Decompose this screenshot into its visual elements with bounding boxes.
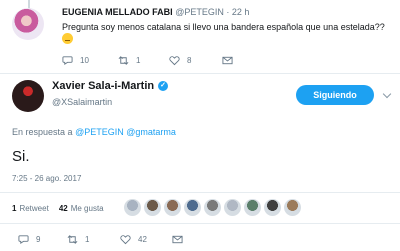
main-handle[interactable]: @XSalaimartin [52, 97, 112, 107]
liker-avatar[interactable] [164, 199, 181, 216]
retweet-button[interactable]: 1 [67, 234, 89, 245]
like-button[interactable]: 8 [169, 55, 191, 66]
retweet-button[interactable]: 1 [118, 55, 140, 66]
liker-avatar[interactable] [224, 199, 241, 216]
envelope-icon [222, 56, 233, 65]
reply-icon [62, 56, 73, 66]
parent-handle[interactable]: @PETEGIN [175, 7, 224, 17]
liker-avatar[interactable] [204, 199, 221, 216]
reply-user-link[interactable]: @PETEGIN [75, 127, 124, 137]
retweet-total-label[interactable]: Retweet [19, 204, 48, 213]
liker-avatar[interactable] [124, 199, 141, 216]
thinking-emoji-icon [62, 33, 73, 44]
like-count: 8 [187, 56, 192, 65]
parent-tweet-text: Pregunta soy menos catalana si llevo una… [62, 22, 388, 45]
message-button[interactable] [172, 234, 183, 245]
retweet-icon [118, 56, 129, 65]
avatar[interactable] [12, 80, 44, 112]
like-count: 42 [138, 235, 147, 244]
reply-button[interactable]: 9 [18, 234, 40, 245]
avatar[interactable] [12, 8, 44, 40]
parent-time[interactable]: · 22 h [226, 7, 249, 17]
like-total-label[interactable]: Me gusta [71, 204, 104, 213]
parent-tweet-body: Pregunta soy menos catalana si llevo una… [62, 22, 385, 32]
envelope-icon [172, 235, 183, 244]
liker-avatar[interactable] [184, 199, 201, 216]
liker-avatar[interactable] [144, 199, 161, 216]
liker-avatar[interactable] [284, 199, 301, 216]
main-author-name[interactable]: Xavier Sala-i-Martin ✓ [52, 80, 169, 92]
reply-icon [18, 235, 29, 245]
parent-tweet-header: EUGENIA MELLADO FABI @PETEGIN · 22 h [62, 7, 249, 17]
like-total[interactable]: 42 [59, 204, 68, 213]
divider [0, 192, 400, 193]
engagement-stats: 1 Retweet 42 Me gusta [12, 204, 104, 213]
retweet-total[interactable]: 1 [12, 204, 16, 213]
main-display-name[interactable]: Xavier Sala-i-Martin [52, 80, 154, 92]
reply-count: 10 [80, 56, 89, 65]
verified-badge-icon: ✓ [158, 81, 169, 91]
retweet-count: 1 [136, 56, 141, 65]
chevron-down-icon[interactable] [382, 89, 392, 99]
reply-context: En respuesta a @PETEGIN @gmatarma [12, 127, 176, 137]
heart-icon [169, 56, 180, 66]
parent-tweet[interactable]: EUGENIA MELLADO FABI @PETEGIN · 22 h Pre… [0, 0, 400, 73]
following-button[interactable]: Siguiendo [296, 85, 374, 105]
reply-button[interactable]: 10 [62, 55, 89, 66]
retweet-count: 1 [85, 235, 90, 244]
tweet-timestamp[interactable]: 7:25 - 26 ago. 2017 [12, 174, 81, 183]
divider [0, 223, 400, 224]
main-actions: 9 1 42 [0, 234, 400, 248]
divider [0, 73, 400, 74]
liker-avatar[interactable] [244, 199, 261, 216]
main-tweet-text: Si. [12, 148, 30, 165]
retweet-icon [67, 235, 78, 244]
liker-avatar[interactable] [264, 199, 281, 216]
reply-prefix: En respuesta a [12, 127, 73, 137]
parent-display-name[interactable]: EUGENIA MELLADO FABI [62, 7, 173, 17]
heart-icon [120, 235, 131, 245]
reply-count: 9 [36, 235, 41, 244]
message-button[interactable] [222, 55, 233, 66]
like-button[interactable]: 42 [120, 234, 147, 245]
liker-avatars [124, 199, 301, 216]
reply-user-link[interactable]: @gmatarma [126, 127, 176, 137]
parent-actions: 10 1 8 [62, 55, 262, 67]
